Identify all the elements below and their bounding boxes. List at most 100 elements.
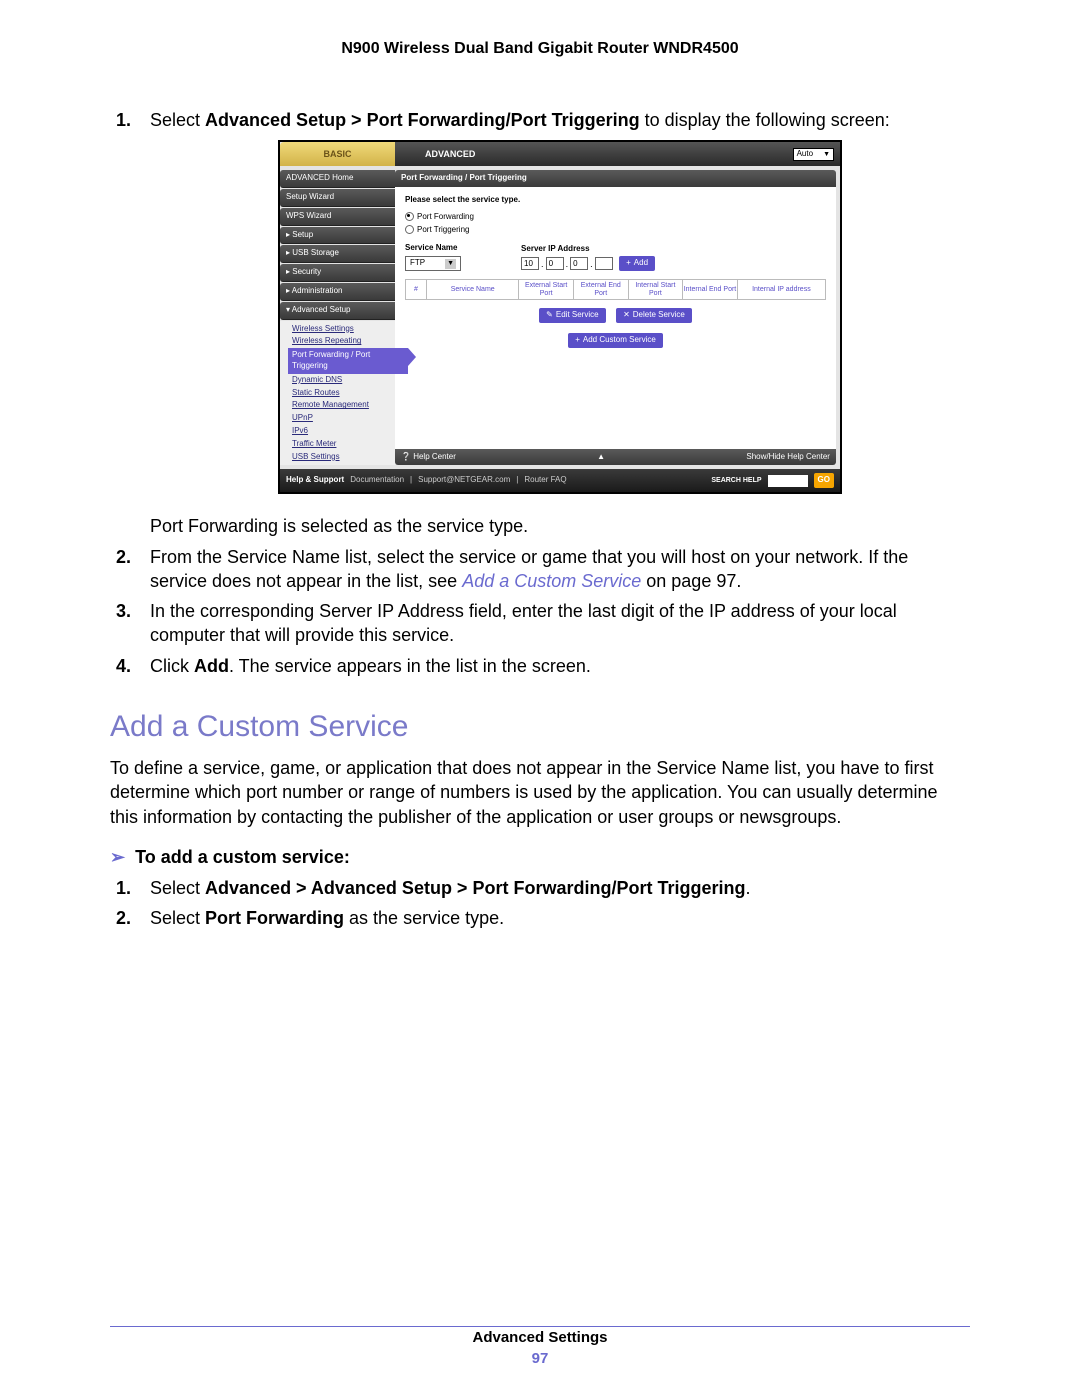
help-support-label: Help & Support	[286, 475, 344, 486]
server-ip-label: Server IP Address	[521, 244, 655, 255]
lang-select-value: Auto	[797, 149, 813, 160]
delete-service-button[interactable]: ✕Delete Service	[616, 308, 692, 323]
step-1: Select Advanced Setup > Port Forwarding/…	[150, 108, 970, 539]
panel-title: Port Forwarding / Port Triggering	[395, 170, 836, 187]
task-step-1: Select Advanced > Advanced Setup > Port …	[150, 876, 970, 900]
chevron-down-icon: ▼	[823, 150, 830, 159]
step-1-text-c: to display the following screen:	[640, 110, 890, 130]
search-help-label: SEARCH HELP	[711, 477, 761, 484]
sub-ipv6[interactable]: IPv6	[292, 425, 395, 438]
ip-octet-3[interactable]: 0	[570, 257, 588, 270]
task-heading-text: To add a custom service:	[135, 847, 350, 867]
sidebar-item-wps[interactable]: WPS Wizard	[280, 208, 395, 226]
col-int-ip: Internal IP address	[737, 280, 825, 300]
section-paragraph: To define a service, game, or applicatio…	[110, 756, 970, 829]
dot: .	[541, 258, 544, 270]
ip-octet-4[interactable]	[595, 257, 613, 270]
col-num: #	[406, 280, 427, 300]
radio-unchecked-icon	[405, 225, 414, 234]
ip-octet-2[interactable]: 0	[546, 257, 564, 270]
search-input[interactable]	[768, 475, 808, 487]
plus-icon: +	[575, 335, 580, 346]
sub-static-routes[interactable]: Static Routes	[292, 387, 395, 400]
step-4-bold: Add	[194, 656, 229, 676]
router-screenshot: BASIC ADVANCED Auto ▼ ADVANCED Home Setu…	[278, 140, 842, 494]
service-type-prompt: Please select the service type.	[405, 195, 826, 206]
sub-wireless-repeating[interactable]: Wireless Repeating	[292, 335, 395, 348]
x-icon: ✕	[623, 310, 630, 321]
sidebar-item-admin[interactable]: ▸ Administration	[280, 283, 395, 301]
chevron-down-icon: ▼	[445, 259, 456, 268]
sub-remote-mgmt[interactable]: Remote Management	[292, 399, 395, 412]
tab-basic[interactable]: BASIC	[280, 142, 395, 166]
step-3: In the corresponding Server IP Address f…	[150, 599, 970, 648]
col-ext-end: External End Port	[573, 280, 628, 300]
col-service-name: Service Name	[427, 280, 519, 300]
t1-c: .	[745, 878, 750, 898]
step-4: Click Add. The service appears in the li…	[150, 654, 970, 678]
content-panel: Port Forwarding / Port Triggering Please…	[395, 170, 836, 465]
t1-b: Advanced > Advanced Setup > Port Forward…	[205, 878, 745, 898]
step-2-text-b: on page 97.	[641, 571, 741, 591]
radio-port-triggering[interactable]: Port Triggering	[405, 225, 826, 236]
add-custom-service-button[interactable]: +Add Custom Service	[568, 333, 663, 348]
delete-service-label: Delete Service	[633, 310, 685, 321]
sidebar-item-security[interactable]: ▸ Security	[280, 264, 395, 282]
service-name-label: Service Name	[405, 243, 461, 254]
sub-upnp[interactable]: UPnP	[292, 412, 395, 425]
ip-octet-1[interactable]: 10	[521, 257, 539, 270]
footer-page-number: 97	[0, 1350, 1080, 1367]
sub-port-forwarding-active[interactable]: Port Forwarding / Port Triggering	[288, 348, 408, 374]
step-4-text-a: Click	[150, 656, 194, 676]
edit-service-button[interactable]: ✎Edit Service	[539, 308, 605, 323]
col-ext-start: External Start Port	[519, 280, 574, 300]
t1-a: Select	[150, 878, 205, 898]
task-step-2: Select Port Forwarding as the service ty…	[150, 906, 970, 930]
task-heading: ➢ To add a custom service:	[110, 847, 970, 868]
pencil-icon: ✎	[546, 310, 553, 321]
faq-link[interactable]: Router FAQ	[524, 475, 566, 486]
section-heading: Add a Custom Service	[110, 710, 970, 744]
footer-section: Advanced Settings	[472, 1329, 607, 1346]
help-center-label: Help Center	[413, 452, 456, 461]
sidebar-item-setup[interactable]: ▸ Setup	[280, 227, 395, 245]
sub-wireless-settings[interactable]: Wireless Settings	[292, 323, 395, 336]
step-2-link[interactable]: Add a Custom Service	[462, 571, 641, 591]
sidebar-item-home[interactable]: ADVANCED Home	[280, 170, 395, 188]
sub-usb-settings[interactable]: USB Settings	[292, 451, 395, 464]
sep: |	[410, 475, 412, 486]
doc-header-title: N900 Wireless Dual Band Gigabit Router W…	[110, 40, 970, 58]
support-link[interactable]: Support@NETGEAR.com	[418, 475, 510, 486]
sidebar-item-usb[interactable]: ▸ USB Storage	[280, 245, 395, 263]
radio-port-forwarding[interactable]: Port Forwarding	[405, 212, 826, 223]
step-2: From the Service Name list, select the s…	[150, 545, 970, 594]
service-name-select[interactable]: FTP ▼	[405, 256, 461, 271]
help-center-link[interactable]: ❔ Help Center	[401, 452, 456, 463]
sidebar-item-advanced-setup[interactable]: ▾ Advanced Setup	[280, 302, 395, 320]
sidebar: ADVANCED Home Setup Wizard WPS Wizard ▸ …	[280, 166, 395, 469]
go-button[interactable]: GO	[814, 473, 834, 488]
t2-c: as the service type.	[344, 908, 504, 928]
expand-up-icon[interactable]: ▲	[597, 452, 605, 463]
step-1-path: Advanced Setup > Port Forwarding/Port Tr…	[205, 110, 640, 130]
sidebar-item-setup-wizard[interactable]: Setup Wizard	[280, 189, 395, 207]
sub-dynamic-dns[interactable]: Dynamic DNS	[292, 374, 395, 387]
step-4-text-c: . The service appears in the list in the…	[229, 656, 591, 676]
lang-select[interactable]: Auto ▼	[793, 148, 834, 161]
add-button[interactable]: +Add	[619, 256, 655, 271]
step-1-text-a: Select	[150, 110, 205, 130]
chevron-right-icon: ➢	[110, 847, 125, 867]
docs-link[interactable]: Documentation	[350, 475, 404, 486]
sub-traffic-meter[interactable]: Traffic Meter	[292, 438, 395, 451]
dot: .	[590, 258, 593, 270]
radio-label-triggering: Port Triggering	[417, 225, 469, 234]
show-hide-help-link[interactable]: Show/Hide Help Center	[746, 452, 830, 463]
col-int-end: Internal End Port	[683, 280, 738, 300]
help-icon: ❔	[401, 452, 411, 461]
radio-label-forwarding: Port Forwarding	[417, 212, 474, 221]
footer: Advanced Settings 97	[0, 1329, 1080, 1367]
step-1-note: Port Forwarding is selected as the servi…	[150, 514, 970, 538]
dot: .	[566, 258, 569, 270]
sep: |	[516, 475, 518, 486]
tab-advanced[interactable]: ADVANCED	[395, 142, 540, 166]
